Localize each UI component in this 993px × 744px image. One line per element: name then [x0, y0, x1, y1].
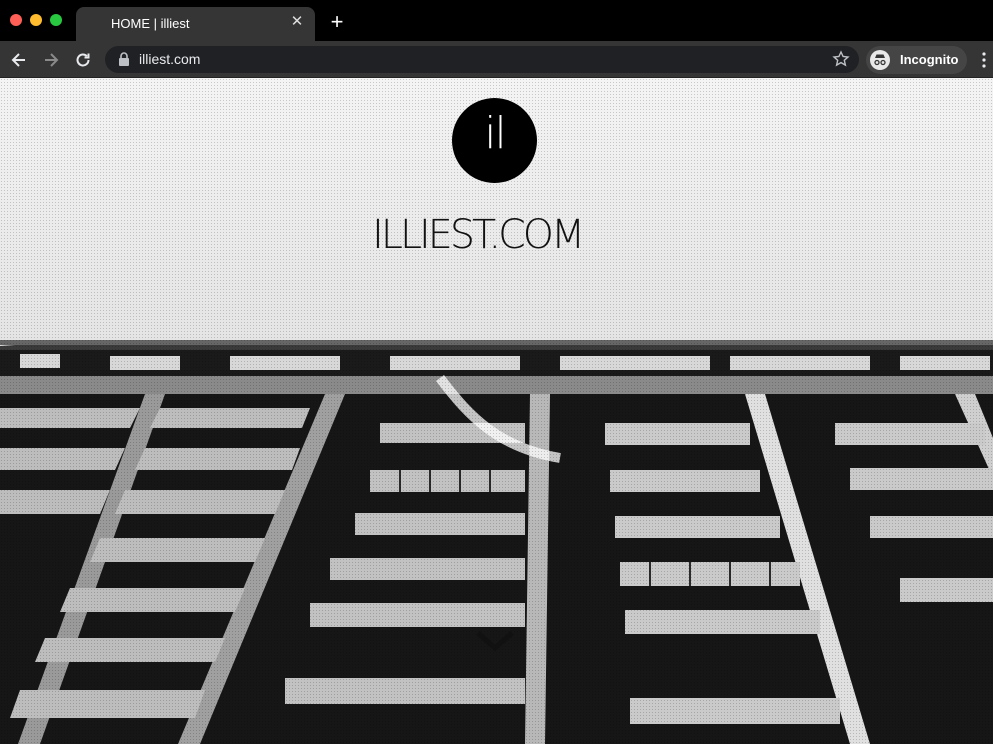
site-logo[interactable]: il: [452, 98, 537, 183]
plus-icon[interactable]: +: [327, 11, 347, 33]
lock-icon: [119, 52, 129, 66]
bookmark-star-icon[interactable]: [832, 50, 850, 68]
reload-icon[interactable]: [73, 50, 93, 70]
logo-text: il: [484, 108, 506, 159]
forward-arrow-icon[interactable]: [41, 50, 61, 70]
minimize-window-button[interactable]: [30, 14, 42, 26]
browser-tab[interactable]: HOME | illiest ✕: [76, 7, 315, 41]
maximize-window-button[interactable]: [50, 14, 62, 26]
url-text: illiest.com: [139, 51, 201, 67]
tab-strip: HOME | illiest ✕ +: [0, 0, 993, 41]
incognito-icon: [870, 50, 890, 70]
address-bar[interactable]: illiest.com: [105, 46, 859, 73]
more-menu-icon[interactable]: [979, 51, 989, 69]
close-icon[interactable]: ✕: [289, 14, 305, 30]
close-window-button[interactable]: [10, 14, 22, 26]
incognito-profile-button[interactable]: Incognito: [866, 46, 967, 74]
browser-toolbar: illiest.com Incognito: [0, 41, 993, 78]
site-title: ILLIEST.COM: [372, 212, 585, 258]
chevron-down-icon[interactable]: [476, 630, 514, 652]
tab-title: HOME | illiest: [111, 16, 190, 31]
back-arrow-icon[interactable]: [9, 50, 29, 70]
profile-label: Incognito: [900, 52, 959, 67]
web-page: il ILLIEST.COM: [0, 78, 993, 744]
